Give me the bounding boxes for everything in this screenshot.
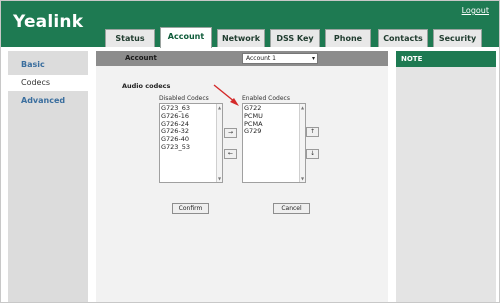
scroll-up-icon[interactable]: ▲ xyxy=(217,105,222,110)
nav-item-advanced[interactable]: Advanced xyxy=(8,93,88,109)
account-label: Account xyxy=(125,54,157,62)
tab-phone[interactable]: Phone xyxy=(325,29,371,47)
tab-security[interactable]: Security xyxy=(433,29,482,47)
enabled-list-scrollbar[interactable]: ▲ ▼ xyxy=(299,104,305,182)
tab-account[interactable]: Account xyxy=(160,27,212,48)
enabled-codecs-list[interactable]: G722 PCMU PCMA G729 ▲ ▼ xyxy=(242,103,306,183)
enabled-codec-item[interactable]: G729 xyxy=(243,128,305,136)
note-panel: NOTE xyxy=(396,51,496,302)
tab-dss-key[interactable]: DSS Key xyxy=(270,29,320,47)
disabled-codecs-list[interactable]: G723_63 G726-16 G726-24 G726-32 G726-40 … xyxy=(159,103,223,183)
move-right-button[interactable]: → xyxy=(224,128,237,138)
web-ui-page: Yealink Logout Status Account Network DS… xyxy=(0,0,500,303)
yealink-logo: Yealink xyxy=(13,12,84,32)
move-down-button[interactable]: ↓ xyxy=(306,149,319,159)
tab-network[interactable]: Network xyxy=(217,29,265,47)
disabled-list-scrollbar[interactable]: ▲ ▼ xyxy=(216,104,222,182)
confirm-button[interactable]: Confirm xyxy=(172,203,209,214)
chevron-down-icon: ▾ xyxy=(311,55,315,62)
scroll-up-icon[interactable]: ▲ xyxy=(300,105,305,110)
header-bar: Yealink Logout Status Account Network DS… xyxy=(1,1,499,48)
disabled-codec-item[interactable]: G723_53 xyxy=(160,143,222,152)
tab-contacts[interactable]: Contacts xyxy=(378,29,428,47)
audio-codecs-title: Audio codecs xyxy=(122,82,171,90)
account-select[interactable]: Account 1 ▾ xyxy=(242,53,318,64)
account-titlebar: Account Account 1 ▾ xyxy=(96,51,388,66)
logout-link[interactable]: Logout xyxy=(462,6,489,15)
left-nav: Basic Codecs Advanced xyxy=(8,51,88,302)
move-left-button[interactable]: ← xyxy=(224,149,237,159)
disabled-codecs-label: Disabled Codecs xyxy=(159,95,209,102)
scroll-down-icon[interactable]: ▼ xyxy=(217,176,222,181)
enabled-codecs-label: Enabled Codecs xyxy=(242,95,290,102)
nav-item-basic[interactable]: Basic xyxy=(8,57,88,73)
account-select-value: Account 1 xyxy=(246,55,276,62)
main-panel: Account Account 1 ▾ Audio codecs Disable… xyxy=(96,51,388,302)
tab-status[interactable]: Status xyxy=(105,29,155,47)
nav-item-codecs[interactable]: Codecs xyxy=(8,75,88,91)
move-up-button[interactable]: ↑ xyxy=(306,127,319,137)
scroll-down-icon[interactable]: ▼ xyxy=(300,176,305,181)
note-title: NOTE xyxy=(396,51,496,67)
cancel-button[interactable]: Cancel xyxy=(273,203,310,214)
